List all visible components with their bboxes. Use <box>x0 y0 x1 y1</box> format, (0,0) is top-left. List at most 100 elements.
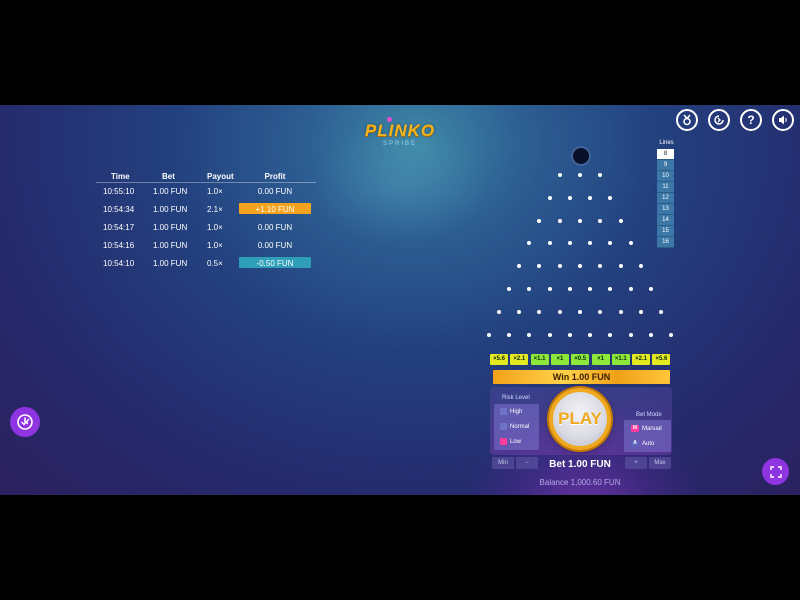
bet-min-button[interactable]: Min <box>492 457 514 469</box>
row-time: 10:54:16 <box>103 241 135 250</box>
peg <box>628 287 633 291</box>
peg <box>578 218 582 223</box>
help-icon[interactable]: ? <box>740 109 762 131</box>
peg <box>557 173 562 177</box>
lines-option[interactable]: 14 <box>657 215 674 226</box>
lines-option[interactable]: 9 <box>657 160 674 171</box>
row-profit: 0.00 FUN <box>257 187 293 196</box>
peg <box>578 309 582 314</box>
lines-option[interactable]: 10 <box>657 171 674 182</box>
row-payout: 1.0× <box>207 223 223 232</box>
peg <box>496 309 501 314</box>
row-time: 10:55:10 <box>103 187 135 196</box>
row-bet: 1.00 FUN <box>153 205 188 214</box>
history-row: 10:54:34 1.00 FUN 2.1× +1.10 FUN <box>96 201 316 219</box>
win-banner: Win 1.00 FUN <box>493 370 670 384</box>
peg <box>608 332 613 337</box>
header-time: Time <box>111 172 130 181</box>
multiplier-slot: ×1.1 <box>611 354 630 365</box>
history-row: 10:54:10 1.00 FUN 0.5× -0.50 FUN <box>96 255 316 273</box>
peg <box>547 195 552 200</box>
row-payout: 0.5× <box>207 259 223 268</box>
medal-icon[interactable] <box>676 109 698 131</box>
manual-key-badge: M <box>631 425 639 432</box>
fullscreen-icon[interactable] <box>762 458 789 485</box>
peg <box>537 218 542 223</box>
peg <box>486 332 491 337</box>
multiplier-slot: ×1 <box>591 354 610 365</box>
lines-option[interactable]: 16 <box>657 237 674 248</box>
peg <box>628 332 633 337</box>
row-payout: 1.0× <box>207 241 223 250</box>
lines-option[interactable]: 15 <box>657 226 674 237</box>
peg <box>618 264 623 269</box>
lines-option[interactable]: 11 <box>657 182 674 193</box>
risk-option-low[interactable]: Low <box>500 438 521 445</box>
peg <box>578 264 582 269</box>
peg <box>638 264 643 269</box>
peg <box>537 264 542 269</box>
bet-minus-button[interactable]: − <box>516 457 538 469</box>
peg <box>517 264 522 269</box>
sound-icon[interactable] <box>772 109 794 131</box>
peg <box>557 309 562 314</box>
peg <box>649 287 654 291</box>
peg <box>618 309 623 314</box>
peg <box>588 332 593 337</box>
peg <box>567 287 572 291</box>
row-bet: 1.00 FUN <box>153 223 188 232</box>
header-payout: Payout <box>207 172 234 181</box>
lines-option[interactable]: 8 <box>657 149 674 160</box>
play-button[interactable]: PLAY <box>549 388 611 450</box>
bet-mode-title: Bet Mode <box>636 412 662 418</box>
plinko-logo: PLINKO SPRIBE <box>360 117 440 157</box>
bet-mode-auto[interactable]: A Auto <box>631 440 654 447</box>
row-profit: -0.50 FUN <box>256 259 294 268</box>
history-clock-icon[interactable] <box>10 407 40 437</box>
risk-normal-label: Normal <box>510 423 530 430</box>
peg <box>598 218 603 223</box>
peg <box>669 332 674 337</box>
risk-high-label: High <box>510 408 523 415</box>
peg <box>659 309 664 314</box>
logo-title: PLINKO <box>364 121 436 140</box>
risk-option-high[interactable]: High <box>500 408 522 415</box>
multiplier-slot: ×2.1 <box>632 354 651 365</box>
peg <box>649 332 654 337</box>
history-row: 10:54:17 1.00 FUN 1.0× 0.00 FUN <box>96 219 316 237</box>
row-time: 10:54:17 <box>103 223 135 232</box>
bet-max-button[interactable]: Max <box>649 457 671 469</box>
bet-mode-manual[interactable]: M Manual <box>631 425 662 432</box>
balance-display: Balance 1,000.60 FUN <box>539 478 621 487</box>
peg <box>618 218 623 223</box>
multiplier-slot: ×1 <box>550 354 569 365</box>
bet-amount: Bet 1.00 FUN <box>549 459 611 470</box>
peg <box>557 264 562 269</box>
peg <box>517 309 522 314</box>
bet-history-table: Time Bet Payout Profit 10:55:10 1.00 FUN 1… <box>96 168 316 273</box>
row-bet: 1.00 FUN <box>153 241 188 250</box>
risk-option-normal[interactable]: Normal <box>500 423 529 430</box>
risk-level-options: High Normal Low <box>494 404 539 450</box>
peg <box>547 332 552 337</box>
lines-selector: Lines 8 9 10 11 12 13 14 15 16 <box>657 140 676 248</box>
peg <box>567 241 572 246</box>
risk-normal-icon <box>500 423 507 430</box>
drop-ball <box>573 148 589 164</box>
bet-plus-button[interactable]: + <box>625 457 647 469</box>
peg <box>506 332 511 337</box>
row-profit: +1.10 FUN <box>255 205 295 214</box>
lines-option[interactable]: 12 <box>657 193 674 204</box>
peg <box>537 309 542 314</box>
peg <box>598 309 603 314</box>
risk-low-icon <box>500 438 507 445</box>
peg <box>547 241 552 246</box>
logo-subtitle: SPRIBE <box>382 141 417 147</box>
peg <box>598 264 603 269</box>
replay-icon[interactable] <box>708 109 730 131</box>
risk-level-title: Risk Level <box>502 395 530 401</box>
row-profit: 0.00 FUN <box>257 223 293 232</box>
peg <box>598 173 603 177</box>
lines-option[interactable]: 13 <box>657 204 674 215</box>
multiplier-row: ×5.6 ×2.1 ×1.1 ×1 ×0.5 ×1 ×1.1 ×2.1 ×5.6 <box>490 354 672 365</box>
